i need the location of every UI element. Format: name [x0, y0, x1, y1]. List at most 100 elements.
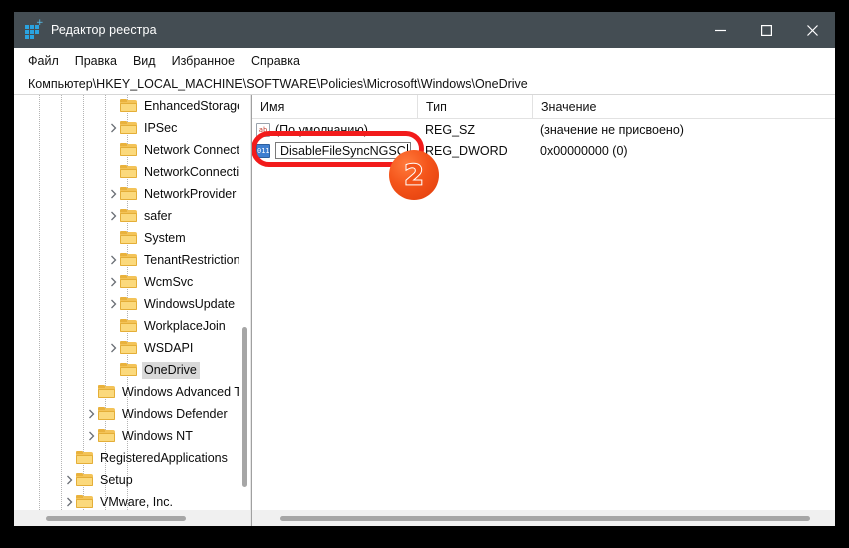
minimize-button[interactable]: [697, 12, 743, 48]
tree-item-vmware-inc[interactable]: VMware, Inc.: [14, 491, 250, 510]
tree-item-label: Windows Defender: [122, 406, 228, 421]
tree-item-label: Windows NT: [122, 428, 193, 443]
tree-item-workplacejoin[interactable]: WorkplaceJoin: [14, 315, 250, 337]
chevron-right-icon[interactable]: [84, 403, 98, 425]
chevron-right-icon[interactable]: [106, 183, 120, 205]
address-bar[interactable]: Компьютер\HKEY_LOCAL_MACHINE\SOFTWARE\Po…: [14, 73, 835, 95]
value-row[interactable]: ab (По умолчанию) REG_SZ (значение не присв…: [252, 119, 835, 140]
folder-icon: [120, 253, 137, 267]
menu-item-edit[interactable]: Правка: [75, 54, 117, 68]
tree-item-label: Windows Advanced Thre: [122, 384, 250, 399]
tree-item-wsdapi[interactable]: WSDAPI: [14, 337, 250, 359]
value-name-cell[interactable]: ab (По умолчанию): [252, 122, 417, 137]
tree-scroll-thumb[interactable]: [242, 327, 247, 487]
value-type-cell: REG_DWORD: [425, 143, 508, 158]
title-bar: + Редактор реестра: [14, 12, 835, 48]
folder-icon: [98, 429, 115, 443]
tree-item-network-connections[interactable]: Network Connections: [14, 139, 250, 161]
value-name-text: (По умолчанию): [275, 122, 368, 137]
tree-item-label: WindowsUpdate: [144, 296, 236, 311]
value-row[interactable]: 011 DisableFileSyncNGSC REG_DWORD 0x0000000…: [252, 140, 835, 161]
tree-horizontal-scrollbar[interactable]: [14, 510, 250, 526]
rename-input[interactable]: DisableFileSyncNGSC: [275, 142, 411, 159]
dword-value-icon: 011: [256, 143, 270, 158]
tree-item-ipsec[interactable]: IPSec: [14, 117, 250, 139]
values-list: ab (По умолчанию) REG_SZ (значение не присв…: [252, 119, 835, 161]
tree-item-wcmsvc[interactable]: WcmSvc: [14, 271, 250, 293]
values-horizontal-scrollbar[interactable]: [252, 510, 835, 526]
tree-item-setup[interactable]: Setup: [14, 469, 250, 491]
menu-item-file[interactable]: Файл: [28, 54, 59, 68]
tree-item-enhancedstoragedevi[interactable]: EnhancedStorageDevi: [14, 95, 250, 117]
tree-item-label: VMware, Inc.: [100, 494, 173, 509]
folder-icon: [120, 99, 137, 113]
menu-item-view[interactable]: Вид: [133, 54, 156, 68]
tree-hscroll-thumb[interactable]: [46, 516, 186, 521]
value-data-cell: (значение не присвоено): [540, 122, 684, 137]
tree-item-networkconnectivitys[interactable]: NetworkConnectivityS: [14, 161, 250, 183]
tree-item-windowsupdate[interactable]: WindowsUpdate: [14, 293, 250, 315]
tree-item-label: safer: [144, 208, 172, 223]
chevron-right-icon[interactable]: [106, 205, 120, 227]
tree-item-windows-advanced-thre[interactable]: Windows Advanced Thre: [14, 381, 250, 403]
chevron-right-icon[interactable]: [62, 469, 76, 491]
menu-item-favorites[interactable]: Избранное: [172, 54, 235, 68]
value-type-cell: REG_SZ: [425, 122, 476, 137]
content-panes: EnhancedStorageDevi IPSec Network Connecti…: [14, 94, 835, 526]
tree-item-label: IPSec: [144, 120, 178, 135]
chevron-right-icon[interactable]: [84, 425, 98, 447]
folder-icon: [98, 407, 115, 421]
folder-icon: [120, 319, 137, 333]
menu-item-help[interactable]: Справка: [251, 54, 300, 68]
tree-vertical-scrollbar[interactable]: [239, 95, 250, 510]
tree-item-onedrive[interactable]: OneDrive: [14, 359, 250, 381]
string-value-icon: ab: [256, 122, 270, 137]
values-scroll-area: ab (По умолчанию) REG_SZ (значение не присв…: [252, 119, 835, 510]
values-hscroll-thumb[interactable]: [280, 516, 810, 521]
tree-item-label: RegisteredApplications: [100, 450, 228, 465]
chevron-right-icon[interactable]: [106, 249, 120, 271]
folder-icon: [120, 187, 137, 201]
tree-item-windows-nt[interactable]: Windows NT: [14, 425, 250, 447]
values-pane: Имя Тип Значение ab (По умолчанию) REG_SZ (…: [251, 94, 835, 526]
column-header-name[interactable]: Имя: [252, 95, 417, 119]
registry-editor-icon: +: [25, 19, 44, 39]
folder-icon: [98, 385, 115, 399]
tree-item-tenantrestrictions[interactable]: TenantRestrictions: [14, 249, 250, 271]
folder-icon: [120, 165, 137, 179]
tree-scroll-area: EnhancedStorageDevi IPSec Network Connecti…: [14, 95, 250, 510]
tree-item-label: EnhancedStorageDevi: [144, 98, 250, 113]
folder-icon: [120, 275, 137, 289]
folder-icon: [120, 363, 137, 377]
tree-item-system[interactable]: System: [14, 227, 250, 249]
folder-icon: [76, 451, 93, 465]
tree-item-safer[interactable]: safer: [14, 205, 250, 227]
tree-item-label: NetworkProvider: [144, 186, 237, 201]
tree-item-label: WSDAPI: [144, 340, 194, 355]
chevron-right-icon[interactable]: [106, 337, 120, 359]
chevron-right-icon[interactable]: [106, 117, 120, 139]
tree-item-windows-defender[interactable]: Windows Defender: [14, 403, 250, 425]
folder-icon: [76, 473, 93, 487]
values-header: Имя Тип Значение: [252, 94, 835, 119]
value-name-cell[interactable]: 011 DisableFileSyncNGSC: [252, 142, 417, 159]
maximize-button[interactable]: [743, 12, 789, 48]
chevron-right-icon[interactable]: [106, 271, 120, 293]
menu-bar: Файл Правка Вид Избранное Справка: [14, 48, 835, 73]
column-header-type[interactable]: Тип: [417, 94, 532, 119]
tree-item-label: NetworkConnectivityS: [144, 164, 250, 179]
chevron-right-icon[interactable]: [106, 293, 120, 315]
window-title: Редактор реестра: [51, 23, 157, 37]
folder-icon: [120, 297, 137, 311]
chevron-right-icon[interactable]: [62, 491, 76, 510]
tree-item-label: TenantRestrictions: [144, 252, 247, 267]
column-header-value[interactable]: Значение: [532, 94, 835, 119]
annotation-step-badge: 2: [389, 150, 439, 200]
tree-item-networkprovider[interactable]: NetworkProvider: [14, 183, 250, 205]
folder-icon: [76, 495, 93, 509]
folder-icon: [120, 341, 137, 355]
folder-icon: [120, 231, 137, 245]
close-button[interactable]: [789, 12, 835, 48]
annotation-step-number: 2: [403, 158, 425, 191]
tree-item-registeredapplications[interactable]: RegisteredApplications: [14, 447, 250, 469]
